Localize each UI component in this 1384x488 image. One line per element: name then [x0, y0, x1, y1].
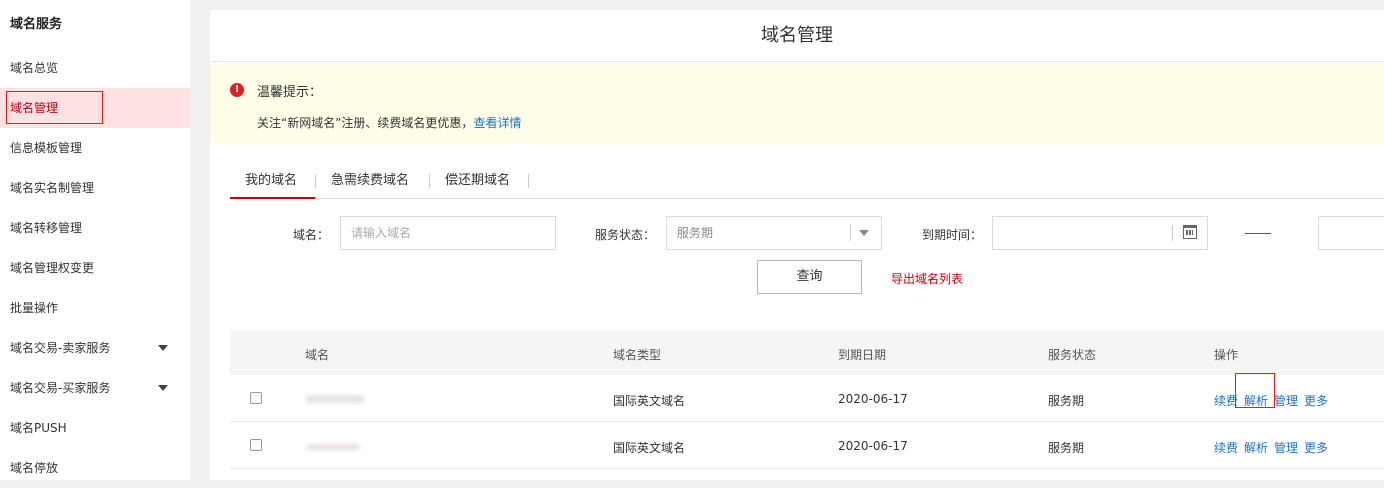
query-button[interactable]: 查询 [757, 260, 862, 294]
highlight-box [1235, 373, 1275, 408]
sidebar-item-label: 域名总览 [10, 61, 59, 75]
notice-message: 关注“新网域名”注册、续费域名更优惠， [257, 116, 474, 130]
sidebar-item-domain-management[interactable]: 域名管理 [0, 88, 190, 128]
highlight-box [6, 91, 103, 124]
column-header-type: 域名类型 [613, 348, 662, 362]
domain-name-redacted [306, 444, 360, 450]
caret-down-icon[interactable] [158, 385, 168, 391]
column-header-actions: 操作 [1214, 348, 1239, 362]
expire-date: 2020-06-17 [838, 392, 908, 406]
domain-type: 国际英文域名 [613, 394, 686, 408]
dns-resolve-link[interactable]: 解析 [1244, 439, 1268, 456]
status-filter-label: 服务状态： [595, 228, 656, 242]
sidebar-item-push[interactable]: 域名PUSH [0, 408, 190, 448]
tab-divider [528, 174, 529, 188]
domain-search-input[interactable]: 请输入域名 [340, 216, 556, 250]
expire-start-input[interactable] [992, 216, 1208, 250]
main-panel: 域名管理 ! 温馨提示： 关注“新网域名”注册、续费域名更优惠，查看详情 我的域… [210, 10, 1384, 480]
sidebar-item-label: 域名交易-买家服务 [10, 381, 111, 395]
manage-link[interactable]: 管理 [1274, 439, 1298, 456]
row-checkbox[interactable] [250, 392, 262, 404]
page-title: 域名管理 [210, 10, 1384, 62]
sidebar-item-info-template[interactable]: 信息模板管理 [0, 128, 190, 168]
sidebar-item-transfer[interactable]: 域名转移管理 [0, 208, 190, 248]
domain-filter-label: 域名： [293, 228, 330, 242]
renew-link[interactable]: 续费 [1214, 439, 1238, 456]
caret-down-icon[interactable] [158, 345, 168, 351]
date-range-separator [1245, 233, 1271, 234]
column-header-status: 服务状态 [1048, 348, 1097, 362]
domain-name-redacted [306, 395, 364, 403]
manage-link[interactable]: 管理 [1274, 392, 1298, 409]
table-row: 国际英文域名 2020-06-17 服务期 续费 解析 管理 更多 [230, 373, 1384, 422]
status-select-value: 服务期 [677, 226, 714, 240]
service-status: 服务期 [1048, 441, 1085, 455]
expire-filter-label: 到期时间： [922, 228, 983, 242]
tab-my-domains[interactable]: 我的域名 [230, 170, 315, 199]
notice-title: 温馨提示： [257, 85, 323, 100]
sidebar-item-label: 域名实名制管理 [10, 181, 95, 195]
sidebar-item-label: 域名管理权变更 [10, 261, 95, 275]
sidebar-item-batch[interactable]: 批量操作 [0, 288, 190, 328]
notice-details-link[interactable]: 查看详情 [473, 116, 521, 130]
sidebar-item-seller[interactable]: 域名交易-卖家服务 [0, 328, 190, 368]
input-divider [1172, 225, 1173, 241]
domain-tabs: 我的域名 急需续费域名 偿还期域名 [230, 170, 1384, 199]
more-link[interactable]: 更多 [1304, 392, 1328, 409]
service-status: 服务期 [1048, 394, 1085, 408]
sidebar-item-ownership-change[interactable]: 域名管理权变更 [0, 248, 190, 288]
export-domain-list-link[interactable]: 导出域名列表 [891, 270, 963, 287]
sidebar-item-label: 域名停放 [10, 461, 59, 475]
tab-divider [429, 174, 430, 188]
column-header-domain: 域名 [305, 348, 330, 362]
notice-text: 关注“新网域名”注册、续费域名更优惠，查看详情 [257, 114, 521, 131]
notice-banner: ! 温馨提示： 关注“新网域名”注册、续费域名更优惠，查看详情 [210, 63, 1384, 143]
status-select[interactable]: 服务期 [666, 216, 882, 250]
sidebar-title: 域名服务 [10, 17, 63, 32]
sidebar-item-label: 信息模板管理 [10, 141, 83, 155]
table-row: 国际英文域名 2020-06-17 服务期 续费 解析 管理 更多 [230, 422, 1384, 469]
sidebar-item-realname[interactable]: 域名实名制管理 [0, 168, 190, 208]
more-link[interactable]: 更多 [1304, 439, 1328, 456]
tab-urgent-renewal[interactable]: 急需续费域名 [331, 170, 409, 199]
sidebar: 域名服务 域名总览 域名管理 信息模板管理 域名实名制管理 域名转移管理 域名管… [0, 0, 190, 480]
sidebar-item-overview[interactable]: 域名总览 [0, 48, 190, 88]
tab-divider [315, 174, 316, 188]
warning-icon: ! [230, 83, 244, 97]
tab-redemption[interactable]: 偿还期域名 [445, 170, 510, 199]
sidebar-item-label: 批量操作 [10, 301, 59, 315]
expire-end-input[interactable] [1318, 216, 1384, 250]
domain-type: 国际英文域名 [613, 441, 686, 455]
calendar-icon[interactable] [1183, 225, 1197, 239]
expire-date: 2020-06-17 [838, 439, 908, 453]
row-checkbox[interactable] [250, 439, 262, 451]
select-divider [850, 225, 851, 241]
sidebar-item-label: 域名转移管理 [10, 221, 83, 235]
table-header: 域名 域名类型 到期日期 服务状态 操作 [230, 330, 1384, 375]
sidebar-item-buyer[interactable]: 域名交易-买家服务 [0, 368, 190, 408]
chevron-down-icon [859, 230, 869, 236]
sidebar-item-parking[interactable]: 域名停放 [0, 448, 190, 488]
sidebar-item-label: 域名PUSH [10, 421, 67, 435]
sidebar-item-label: 域名交易-卖家服务 [10, 341, 111, 355]
column-header-expire: 到期日期 [838, 348, 887, 362]
